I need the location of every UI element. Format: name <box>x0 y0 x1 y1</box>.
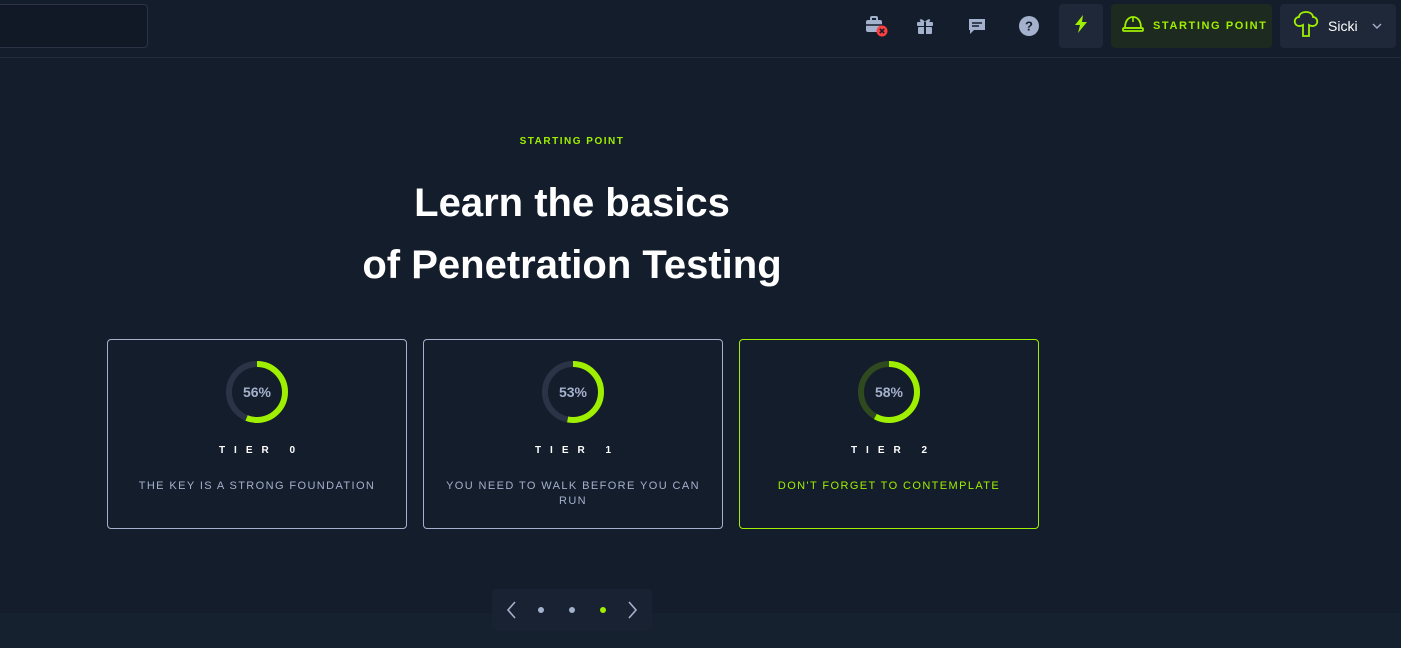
avatar-tree-icon <box>1292 9 1320 44</box>
user-menu-button[interactable]: Sicki <box>1280 4 1396 48</box>
progress-percent: 58% <box>874 384 904 400</box>
progress-ring: 58% <box>857 360 921 424</box>
help-button[interactable]: ? <box>1011 8 1047 44</box>
starting-point-label: STARTING POINT <box>1153 20 1268 32</box>
page-title: Learn the basics of Penetration Testing <box>272 172 872 296</box>
tier-label: TIER 2 <box>850 445 937 456</box>
gift-icon <box>915 16 935 36</box>
messages-button[interactable] <box>959 8 995 44</box>
chevron-right-icon[interactable] <box>622 600 642 620</box>
pager-dot-1[interactable] <box>538 607 544 613</box>
boost-button[interactable] <box>1059 4 1103 48</box>
briefcase-error-icon <box>863 13 889 39</box>
chat-icon <box>967 16 987 36</box>
pager-dot-2[interactable] <box>569 607 575 613</box>
progress-percent: 56% <box>242 384 272 400</box>
progress-ring: 53% <box>541 360 605 424</box>
footer-strip <box>0 613 1401 648</box>
briefcase-error-button[interactable] <box>858 8 894 44</box>
title-line-1: Learn the basics <box>414 181 730 225</box>
tier-description: THE KEY IS A STRONG FOUNDATION <box>138 480 376 492</box>
tier-card-1[interactable]: 53% TIER 1 YOU NEED TO WALK BEFORE YOU C… <box>423 339 723 529</box>
tier-label: TIER 0 <box>218 445 305 456</box>
progress-percent: 53% <box>558 384 588 400</box>
gift-button[interactable] <box>907 8 943 44</box>
chevron-left-icon[interactable] <box>502 600 522 620</box>
tier-label: TIER 1 <box>534 445 621 456</box>
title-line-2: of Penetration Testing <box>362 243 782 287</box>
section-kicker: STARTING POINT <box>519 136 625 147</box>
helmet-icon <box>1122 14 1144 39</box>
tier-card-0[interactable]: 56% TIER 0 THE KEY IS A STRONG FOUNDATIO… <box>107 339 407 529</box>
pager-dot-3[interactable] <box>600 607 606 613</box>
user-name: Sicki <box>1328 18 1358 34</box>
search-input[interactable] <box>0 4 148 48</box>
svg-text:?: ? <box>1025 19 1033 34</box>
carousel-pager <box>492 589 652 631</box>
tier-description: DON'T FORGET TO CONTEMPLATE <box>777 480 1001 492</box>
tier-card-2[interactable]: 58% TIER 2 DON'T FORGET TO CONTEMPLATE <box>739 339 1039 529</box>
starting-point-button[interactable]: STARTING POINT <box>1111 4 1272 48</box>
top-bar: ? STARTING POINT Sicki <box>0 0 1401 58</box>
bolt-icon <box>1073 14 1089 39</box>
tier-description: YOU NEED TO WALK BEFORE YOU CAN RUN <box>446 480 700 507</box>
chevron-down-icon <box>1372 17 1382 35</box>
progress-ring: 56% <box>225 360 289 424</box>
help-icon: ? <box>1018 15 1040 37</box>
